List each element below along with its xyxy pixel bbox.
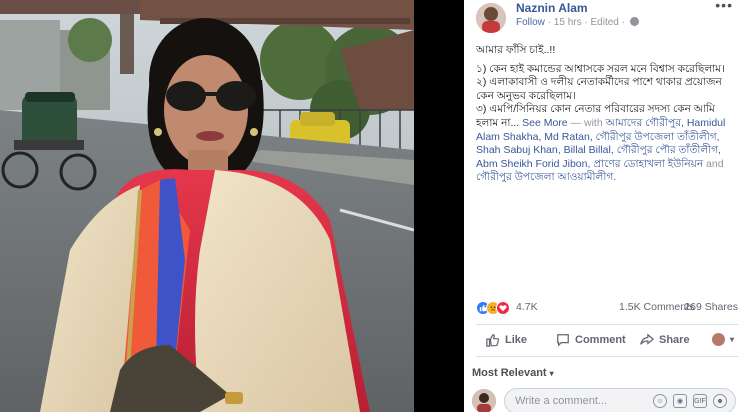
post-line-2: ২) এলাকাবাসী ও দলীয় নেতাকর্মীদের পাশে থ… (476, 76, 722, 102)
tagged-link[interactable]: গৌরীপুর পৌর তাঁতীলীগ, (617, 144, 721, 156)
reaction-count[interactable]: 4.7K (516, 301, 538, 313)
photo-illustration (0, 0, 414, 412)
black-divider (414, 0, 464, 412)
tagged-link[interactable]: প্রাণের ডোহাখলা ইউনিয়ন (593, 158, 703, 170)
globe-icon (629, 17, 639, 26)
comment-input[interactable]: Write a comment... ☺ ◉ GIF ☻ (504, 388, 736, 412)
post-stats: 4.7K 1.5K Comments 269 Shares (476, 300, 738, 316)
tagged-link[interactable]: আমাদের গৌরীপুর, (606, 117, 684, 129)
gif-icon[interactable]: GIF (693, 394, 707, 408)
author-name[interactable]: Naznin Alam (516, 1, 588, 15)
comment-label: Comment (575, 334, 626, 346)
screenshot-frame: Naznin Alam Follow · 15 hrs · Edited · •… (0, 0, 741, 412)
tagged-link[interactable]: Md Ratan, (544, 131, 592, 143)
like-label: Like (505, 334, 528, 346)
chevron-down-icon: ▾ (730, 335, 735, 344)
share-button[interactable]: Share (640, 333, 690, 347)
composer-icons: ☺ ◉ GIF ☻ (653, 394, 727, 408)
reaction-icons[interactable] (476, 301, 516, 315)
post-intro: আমার ফাঁসি চাই..!! (476, 44, 556, 56)
see-more-link[interactable]: See More (522, 117, 568, 129)
author-avatar[interactable] (476, 3, 506, 33)
post-header: Naznin Alam Follow · 15 hrs · Edited · •… (464, 0, 741, 40)
chevron-down-icon: ▾ (549, 369, 554, 378)
comment-sort-dropdown[interactable]: Most Relevant ▾ (472, 367, 554, 379)
love-reaction-icon (496, 301, 510, 315)
with-word: — with (570, 116, 603, 129)
post-line-1: ১) কেন হাই কমান্ডের আশ্বাসকে সরল মনে বিশ… (476, 62, 725, 75)
actions-divider (476, 356, 738, 357)
reaction-selector[interactable]: ▾ (712, 333, 734, 346)
follow-link[interactable]: Follow (516, 17, 545, 28)
viewer-avatar-image (472, 389, 496, 412)
and-word: and (706, 157, 724, 170)
tagged-link[interactable]: Abm Sheikh Forid Jibon, (476, 158, 590, 170)
share-icon (640, 333, 654, 345)
stats-divider (476, 324, 738, 325)
comments-count[interactable]: 1.5K Comments (619, 301, 694, 313)
like-icon (486, 334, 500, 347)
post-body: আমার ফাঁসি চাই..!! ১) কেন হাই কমান্ডের আ… (476, 44, 738, 185)
comment-placeholder: Write a comment... (515, 395, 608, 407)
facebook-post-panel: Naznin Alam Follow · 15 hrs · Edited · •… (464, 0, 741, 412)
edited-label[interactable]: Edited (590, 17, 618, 28)
shares-count[interactable]: 269 Shares (684, 301, 738, 313)
meta-separator: · (621, 17, 628, 28)
comment-sort-label: Most Relevant (472, 367, 547, 379)
post-time[interactable]: 15 hrs (554, 17, 582, 28)
audience-avatar-icon (712, 333, 725, 346)
sticker-icon[interactable]: ☻ (713, 394, 727, 408)
like-button[interactable]: Like (486, 333, 527, 347)
tagged-link[interactable]: গৌরীপুর উপজেলা আওয়ামীলীগ. (476, 171, 616, 183)
tagged-link[interactable]: Billal Billal, (564, 144, 614, 156)
emoji-icon[interactable]: ☺ (653, 394, 667, 408)
post-line-3: ৩) এমপি/সিনিয়র কোন নেতার পরিবারের সদস্য… (476, 103, 738, 185)
post-meta: Follow · 15 hrs · Edited · (516, 17, 639, 28)
comment-icon (557, 334, 569, 347)
tagged-link[interactable]: Shah Sabuj Khan, (476, 144, 561, 156)
more-options-icon[interactable]: ••• (715, 0, 733, 13)
comment-composer: Write a comment... ☺ ◉ GIF ☻ (472, 387, 741, 412)
avatar-image (476, 3, 506, 33)
tagged-link[interactable]: গৌরীপুর উপজেলা তাঁতীলীগ, (596, 131, 720, 143)
comment-button[interactable]: Comment (556, 333, 626, 347)
share-label: Share (659, 334, 690, 346)
viewer-avatar (472, 389, 496, 412)
post-actions: Like Comment Share ▾ (476, 330, 738, 352)
camera-icon[interactable]: ◉ (673, 394, 687, 408)
post-photo[interactable] (0, 0, 414, 412)
